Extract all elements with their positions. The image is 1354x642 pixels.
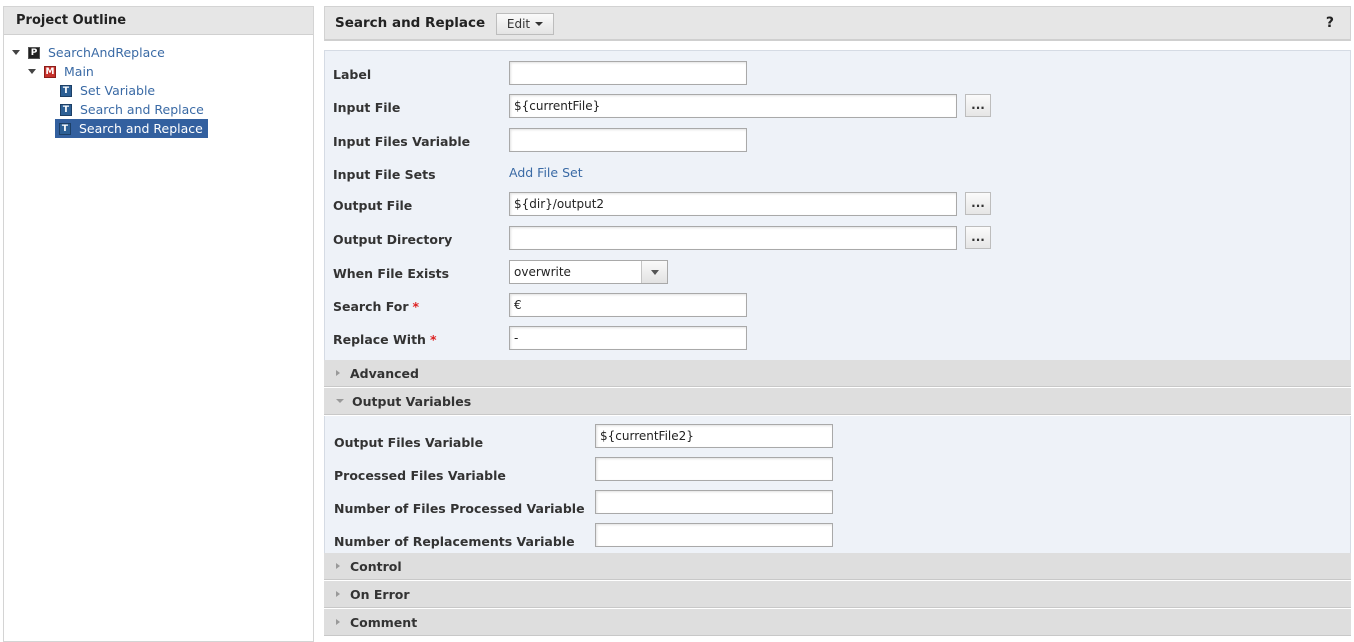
output-directory-label: Output Directory <box>333 232 453 247</box>
input-files-variable-input[interactable] <box>509 128 747 152</box>
section-output-variables-label: Output Variables <box>352 393 472 409</box>
processed-files-variable-label: Processed Files Variable <box>334 468 506 483</box>
section-comment[interactable]: Comment <box>324 609 1351 636</box>
task-icon: T <box>60 103 72 116</box>
tree-node-project[interactable]: P SearchAndReplace <box>12 43 168 62</box>
input-file-sets-label: Input File Sets <box>333 167 436 182</box>
when-file-exists-label: When File Exists <box>333 266 450 281</box>
output-files-variable-label: Output Files Variable <box>334 435 484 450</box>
collapsed-triangle-icon <box>336 370 340 376</box>
tree-node-task-label[interactable]: Search and Replace <box>77 101 207 118</box>
number-files-processed-variable-input[interactable] <box>595 490 833 514</box>
edit-menu-button[interactable]: Edit <box>496 13 554 35</box>
section-comment-label: Comment <box>350 614 418 630</box>
input-file-browse-button[interactable]: ... <box>965 94 991 117</box>
label-field-label: Label <box>333 67 372 82</box>
task-properties-form: Label Input File ${currentFile} ... Inpu… <box>324 50 1351 360</box>
section-advanced-label: Advanced <box>350 365 419 381</box>
tree-node-task[interactable]: T Search and Replace <box>60 100 207 119</box>
task-editor-panel: Search and Replace Edit ? Label Input Fi… <box>324 6 1351 642</box>
edit-button-label: Edit <box>506 17 531 31</box>
tree-node-task-label[interactable]: Search and Replace <box>76 120 206 137</box>
output-file-input[interactable]: ${dir}/output2 <box>509 192 957 216</box>
input-file-input[interactable]: ${currentFile} <box>509 94 957 118</box>
help-button[interactable]: ? <box>1326 15 1334 31</box>
tree-node-task[interactable]: T Set Variable <box>60 81 158 100</box>
tree-node-task-selected[interactable]: T Search and Replace <box>55 119 208 138</box>
project-outline-title: Project Outline <box>4 7 313 35</box>
replace-with-label-text: Replace With <box>333 332 426 347</box>
search-for-input[interactable]: € <box>509 293 747 317</box>
output-directory-input[interactable] <box>509 226 957 250</box>
section-on-error[interactable]: On Error <box>324 581 1351 608</box>
section-control-label: Control <box>350 558 402 574</box>
collapsed-triangle-icon <box>336 619 340 625</box>
number-replacements-variable-label: Number of Replacements Variable <box>334 534 575 549</box>
module-icon: M <box>44 65 56 78</box>
task-icon: T <box>59 122 71 135</box>
replace-with-input[interactable]: - <box>509 326 747 350</box>
when-file-exists-value: overwrite <box>514 265 571 279</box>
output-files-variable-input[interactable]: ${currentFile2} <box>595 424 833 448</box>
search-for-label: Search For * <box>333 299 419 314</box>
task-icon: T <box>60 84 72 97</box>
collapsed-triangle-icon <box>336 591 340 597</box>
output-directory-browse-button[interactable]: ... <box>965 226 991 249</box>
replace-with-label: Replace With * <box>333 332 437 347</box>
project-outline-panel: Project Outline P SearchAndReplace M Mai… <box>3 6 314 642</box>
number-replacements-variable-input[interactable] <box>595 523 833 547</box>
processed-files-variable-input[interactable] <box>595 457 833 481</box>
project-icon: P <box>28 46 40 59</box>
caret-down-icon <box>535 22 544 26</box>
output-variables-form: Output Files Variable ${currentFile2} Pr… <box>324 416 1351 553</box>
output-file-browse-button[interactable]: ... <box>965 192 991 215</box>
required-marker: * <box>429 332 437 347</box>
search-for-label-text: Search For <box>333 299 409 314</box>
input-files-variable-label: Input Files Variable <box>333 134 471 149</box>
required-marker: * <box>412 299 420 314</box>
number-files-processed-variable-label: Number of Files Processed Variable <box>334 501 585 516</box>
section-control[interactable]: Control <box>324 553 1351 580</box>
add-file-set-link[interactable]: Add File Set <box>509 165 583 180</box>
dropdown-button[interactable] <box>641 261 667 283</box>
tree-node-module-label[interactable]: Main <box>61 63 97 80</box>
section-on-error-label: On Error <box>350 586 410 602</box>
section-output-variables[interactable]: Output Variables <box>324 388 1351 415</box>
expand-triangle-icon[interactable] <box>12 50 20 55</box>
label-input[interactable] <box>509 61 747 85</box>
input-file-label: Input File <box>333 100 401 115</box>
tree-node-task-label[interactable]: Set Variable <box>77 82 158 99</box>
editor-title: Search and Replace <box>335 15 486 31</box>
tree-node-project-label[interactable]: SearchAndReplace <box>45 44 168 61</box>
when-file-exists-select[interactable]: overwrite <box>509 260 668 284</box>
output-file-label: Output File <box>333 198 413 213</box>
section-advanced[interactable]: Advanced <box>324 360 1351 387</box>
expand-triangle-icon[interactable] <box>28 69 36 74</box>
editor-header: Search and Replace Edit ? <box>324 6 1351 41</box>
tree-node-module[interactable]: M Main <box>28 62 97 81</box>
expanded-triangle-icon <box>336 399 344 403</box>
collapsed-triangle-icon <box>336 563 340 569</box>
chevron-down-icon <box>650 269 659 275</box>
